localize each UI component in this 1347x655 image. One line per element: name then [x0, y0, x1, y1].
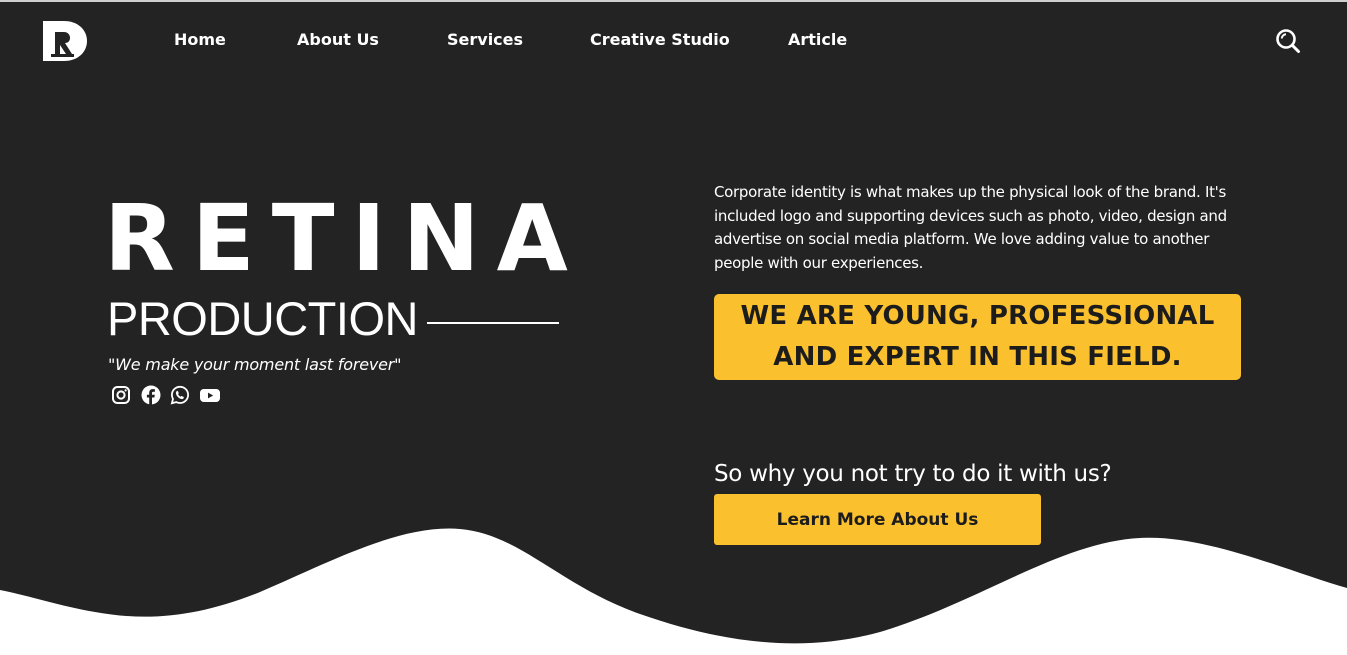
nav-creative-studio[interactable]: Creative Studio — [590, 30, 730, 49]
highlight-line-1: WE ARE YOUNG, PROFESSIONAL — [740, 301, 1215, 331]
highlight-banner: WE ARE YOUNG, PROFESSIONAL AND EXPERT IN… — [714, 294, 1241, 380]
nav-about-us[interactable]: About Us — [297, 30, 379, 49]
search-icon[interactable] — [1275, 28, 1301, 54]
brand-tagline: "We make your moment last forever" — [108, 355, 402, 374]
highlight-line-2: AND EXPERT IN THIS FIELD. — [773, 342, 1182, 372]
highlight-text: WE ARE YOUNG, PROFESSIONAL AND EXPERT IN… — [741, 296, 1215, 378]
nav-home[interactable]: Home — [174, 30, 226, 49]
brand-title: RETINA — [104, 185, 585, 292]
nav-article[interactable]: Article — [788, 30, 847, 49]
intro-description: Corporate identity is what makes up the … — [714, 183, 1227, 272]
cta-question: So why you not try to do it with us? — [714, 461, 1112, 487]
youtube-icon[interactable] — [199, 385, 221, 405]
retina-logo-icon[interactable] — [42, 20, 88, 62]
landing-page: Home About Us Services Creative Studio A… — [0, 0, 1347, 655]
facebook-icon[interactable] — [141, 385, 161, 405]
brand-subtitle: PRODUCTION — [107, 292, 418, 345]
whatsapp-icon[interactable] — [170, 385, 190, 405]
brand-divider — [427, 322, 559, 324]
learn-more-button[interactable]: Learn More About Us — [714, 494, 1041, 545]
nav-services[interactable]: Services — [447, 30, 523, 49]
instagram-icon[interactable] — [111, 385, 131, 405]
